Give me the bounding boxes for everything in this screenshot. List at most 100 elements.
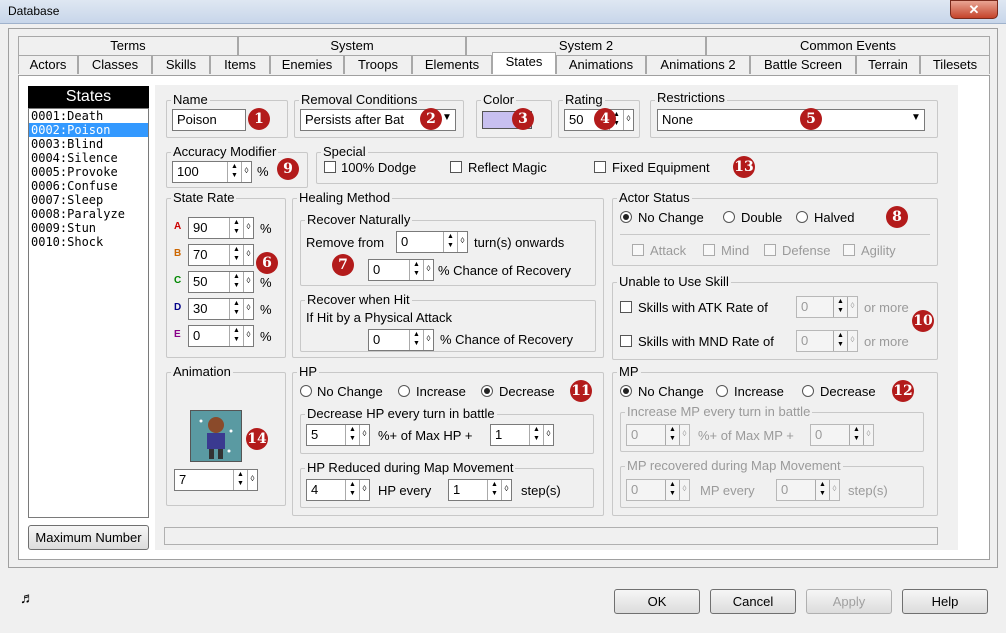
spin-diamond-icon[interactable]: ◊ bbox=[847, 297, 857, 317]
tab-actors[interactable]: Actors bbox=[18, 55, 78, 74]
spin-arrows-icon[interactable]: ▲ ▼ bbox=[815, 480, 829, 500]
atk-rate-checkbox[interactable] bbox=[620, 301, 632, 313]
tab-common-events[interactable]: Common Events bbox=[706, 36, 990, 55]
spin-arrows-icon[interactable]: ▲ ▼ bbox=[345, 425, 359, 445]
hp-decrease-radio[interactable] bbox=[481, 385, 493, 397]
dodge-checkbox[interactable] bbox=[324, 161, 336, 173]
maximum-number-button[interactable]: Maximum Number bbox=[28, 525, 149, 550]
spin-arrows-icon[interactable]: ▲ ▼ bbox=[409, 330, 423, 350]
list-item[interactable]: 0009:Stun bbox=[29, 221, 148, 235]
accuracy-field[interactable]: 100 ▲ ▼ ◊ bbox=[172, 161, 252, 183]
tab-elements[interactable]: Elements bbox=[412, 55, 492, 74]
spin-diamond-icon[interactable]: ◊ bbox=[241, 162, 251, 182]
mp-increase-radio[interactable] bbox=[716, 385, 728, 397]
tab-system[interactable]: System bbox=[238, 36, 466, 55]
animation-field[interactable]: 7 ▲ ▼ ◊ bbox=[174, 469, 258, 491]
remove-turn-field[interactable]: 0 ▲ ▼ ◊ bbox=[396, 231, 468, 253]
mp-nochange-radio[interactable] bbox=[620, 385, 632, 397]
list-item[interactable]: 0003:Blind bbox=[29, 137, 148, 151]
tab-terms[interactable]: Terms bbox=[18, 36, 238, 55]
cancel-button[interactable]: Cancel bbox=[710, 589, 796, 614]
hp-battle-pct-field[interactable]: 5 ▲ ▼ ◊ bbox=[306, 424, 370, 446]
reflect-checkbox[interactable] bbox=[450, 161, 462, 173]
tab-battle-screen[interactable]: Battle Screen bbox=[750, 55, 856, 74]
spin-diamond-icon[interactable]: ◊ bbox=[243, 299, 253, 319]
tab-items[interactable]: Items bbox=[210, 55, 270, 74]
animation-preview[interactable] bbox=[190, 410, 242, 462]
spin-arrows-icon[interactable]: ▲ ▼ bbox=[665, 480, 679, 500]
spin-arrows-icon[interactable]: ▲ ▼ bbox=[229, 299, 243, 319]
spin-arrows-icon[interactable]: ▲ ▼ bbox=[229, 245, 243, 265]
spin-arrows-icon[interactable]: ▲ ▼ bbox=[833, 331, 847, 351]
hp-increase-radio[interactable] bbox=[398, 385, 410, 397]
list-item[interactable]: 0010:Shock bbox=[29, 235, 148, 249]
hp-battle-flat-field[interactable]: 1 ▲ ▼ ◊ bbox=[490, 424, 554, 446]
atk-rate-field[interactable]: 0 ▲ ▼ ◊ bbox=[796, 296, 858, 318]
tab-enemies[interactable]: Enemies bbox=[270, 55, 344, 74]
spin-arrows-icon[interactable]: ▲ ▼ bbox=[229, 218, 243, 238]
agility-checkbox[interactable] bbox=[843, 244, 855, 256]
list-item[interactable]: 0004:Silence bbox=[29, 151, 148, 165]
mp-map-value-field[interactable]: 0 ▲ ▼ ◊ bbox=[626, 479, 690, 501]
spin-diamond-icon[interactable]: ◊ bbox=[501, 480, 511, 500]
tab-skills[interactable]: Skills bbox=[152, 55, 210, 74]
hp-map-value-field[interactable]: 4 ▲ ▼ ◊ bbox=[306, 479, 370, 501]
spin-diamond-icon[interactable]: ◊ bbox=[679, 480, 689, 500]
hp-nochange-radio[interactable] bbox=[300, 385, 312, 397]
mp-map-steps-field[interactable]: 0 ▲ ▼ ◊ bbox=[776, 479, 840, 501]
close-button[interactable]: ✕ bbox=[950, 0, 998, 19]
tab-terrain[interactable]: Terrain bbox=[856, 55, 920, 74]
status-nochange-radio[interactable] bbox=[620, 211, 632, 223]
spin-arrows-icon[interactable]: ▲ ▼ bbox=[233, 470, 247, 490]
attack-checkbox[interactable] bbox=[632, 244, 644, 256]
ok-button[interactable]: OK bbox=[614, 589, 700, 614]
spin-arrows-icon[interactable]: ▲ ▼ bbox=[345, 480, 359, 500]
spin-arrows-icon[interactable]: ▲ ▼ bbox=[529, 425, 543, 445]
music-note-icon[interactable]: ♬ bbox=[20, 590, 35, 607]
spin-diamond-icon[interactable]: ◊ bbox=[423, 260, 433, 280]
status-halved-radio[interactable] bbox=[796, 211, 808, 223]
spin-diamond-icon[interactable]: ◊ bbox=[863, 425, 873, 445]
spin-diamond-icon[interactable]: ◊ bbox=[359, 425, 369, 445]
restrictions-dropdown[interactable]: None bbox=[657, 109, 925, 131]
spin-arrows-icon[interactable]: ▲ ▼ bbox=[229, 326, 243, 346]
spin-arrows-icon[interactable]: ▲ ▼ bbox=[487, 480, 501, 500]
spin-diamond-icon[interactable]: ◊ bbox=[247, 470, 257, 490]
spin-diamond-icon[interactable]: ◊ bbox=[847, 331, 857, 351]
rate-field-c[interactable]: 50 ▲ ▼ ◊ bbox=[188, 271, 254, 293]
tab-troops[interactable]: Troops bbox=[344, 55, 412, 74]
spin-arrows-icon[interactable]: ▲ ▼ bbox=[229, 272, 243, 292]
tab-animations-2[interactable]: Animations 2 bbox=[646, 55, 750, 74]
states-list[interactable]: 0001:Death 0002:Poison 0003:Blind 0004:S… bbox=[28, 108, 149, 518]
rate-field-d[interactable]: 30 ▲ ▼ ◊ bbox=[188, 298, 254, 320]
spin-arrows-icon[interactable]: ▲ ▼ bbox=[665, 425, 679, 445]
fixed-equipment-checkbox[interactable] bbox=[594, 161, 606, 173]
spin-diamond-icon[interactable]: ◊ bbox=[243, 245, 253, 265]
natural-chance-field[interactable]: 0 ▲ ▼ ◊ bbox=[368, 259, 434, 281]
status-double-radio[interactable] bbox=[723, 211, 735, 223]
spin-diamond-icon[interactable]: ◊ bbox=[423, 330, 433, 350]
spin-arrows-icon[interactable]: ▲ ▼ bbox=[443, 232, 457, 252]
spin-diamond-icon[interactable]: ◊ bbox=[457, 232, 467, 252]
tab-tilesets[interactable]: Tilesets bbox=[920, 55, 990, 74]
list-item[interactable]: 0005:Provoke bbox=[29, 165, 148, 179]
rate-field-a[interactable]: 90 ▲ ▼ ◊ bbox=[188, 217, 254, 239]
chevron-down-icon[interactable]: ▼ bbox=[442, 112, 452, 123]
name-field[interactable]: Poison bbox=[172, 109, 246, 131]
chevron-down-icon[interactable]: ▼ bbox=[911, 112, 921, 123]
mp-decrease-radio[interactable] bbox=[802, 385, 814, 397]
spin-arrows-icon[interactable]: ▲ ▼ bbox=[849, 425, 863, 445]
mnd-rate-field[interactable]: 0 ▲ ▼ ◊ bbox=[796, 330, 858, 352]
defense-checkbox[interactable] bbox=[764, 244, 776, 256]
mp-battle-pct-field[interactable]: 0 ▲ ▼ ◊ bbox=[626, 424, 690, 446]
spin-diamond-icon[interactable]: ◊ bbox=[243, 218, 253, 238]
apply-button[interactable]: Apply bbox=[806, 589, 892, 614]
rate-field-b[interactable]: 70 ▲ ▼ ◊ bbox=[188, 244, 254, 266]
spin-diamond-icon[interactable]: ◊ bbox=[243, 326, 253, 346]
mnd-rate-checkbox[interactable] bbox=[620, 335, 632, 347]
list-item[interactable]: 0008:Paralyze bbox=[29, 207, 148, 221]
rate-field-e[interactable]: 0 ▲ ▼ ◊ bbox=[188, 325, 254, 347]
spin-arrows-icon[interactable]: ▲ ▼ bbox=[227, 162, 241, 182]
mind-checkbox[interactable] bbox=[703, 244, 715, 256]
spin-arrows-icon[interactable]: ▲ ▼ bbox=[409, 260, 423, 280]
